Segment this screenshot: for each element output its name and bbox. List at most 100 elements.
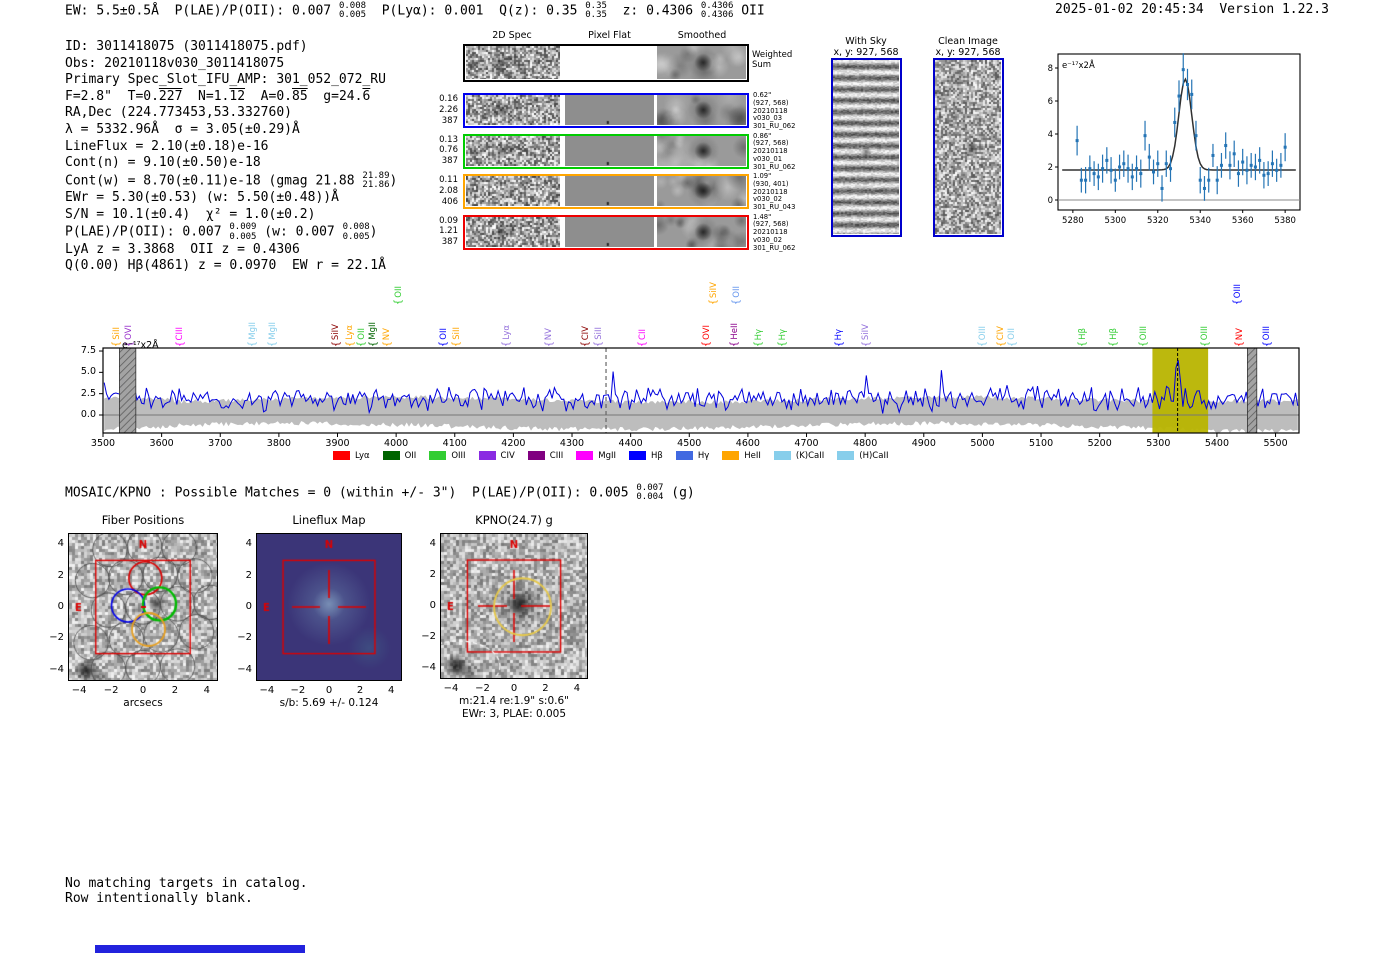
info-contw-line: Cont(w) = 8.70(±0.11)e-18 (gmag 21.88 21… (65, 170, 398, 190)
cutout-ytick: −2 (421, 631, 436, 643)
emission-line-brace: { (777, 340, 789, 348)
data-point (1126, 167, 1130, 171)
withsky-title: With Sky (845, 36, 887, 47)
data-point (1105, 158, 1109, 162)
elixer-report-page: EW: 5.5±0.5Å P(LAE)/P(OII): 0.007 0.008 0… (0, 0, 1400, 953)
legend-item: (K)CaII (773, 450, 825, 461)
spec2d-image (466, 216, 560, 247)
emission-line-label: SiIV{ (707, 282, 722, 306)
legend-label: (K)CaII (795, 450, 825, 461)
fiber-positions-panel (68, 533, 218, 681)
info-sn-line: S/N = 10.1(±0.4) χ² = 1.0(±0.2) (65, 206, 316, 222)
error-band (104, 395, 1298, 434)
spectrum-xtick-label: 5200 (1087, 438, 1112, 449)
lineflux-map-title: Lineflux Map (292, 513, 366, 527)
legend-label: HeII (744, 450, 761, 461)
data-point (1228, 163, 1232, 167)
fitplot-ytick: 8 (1048, 64, 1053, 74)
clean-title: Clean Image (938, 36, 998, 47)
emission-line-name: Hβ (1077, 328, 1088, 340)
emission-line-label: SiIV{ (329, 324, 344, 348)
emission-line-name: OII (438, 328, 449, 340)
emission-line-name: Hγ (834, 328, 845, 340)
legend-item: MgII (576, 451, 616, 461)
info-id-line: ID: 3011418075 (3011418075.pdf) (65, 39, 308, 54)
plae-label: P(LAE)/P(OII): (174, 3, 285, 19)
spectrum-ytick-label: 2.5 (80, 387, 96, 399)
data-point (1249, 163, 1253, 167)
lineflux-map-image (257, 534, 401, 680)
legend-swatch (722, 451, 740, 460)
fitplot-xtick: 5300 (1104, 216, 1126, 226)
pixelflat-image (565, 135, 654, 166)
spectrum-units-annotation: e⁻¹⁷x2Å (122, 340, 159, 351)
legend-item: Lyα (333, 451, 370, 461)
emission-line-name: HeII (729, 323, 740, 340)
fiber-positions-image (69, 534, 217, 680)
cutout-ytick: 2 (245, 569, 252, 581)
emission-line-label: MgII{ (246, 322, 261, 348)
data-point (1275, 168, 1279, 172)
emission-line-name: OII (356, 328, 367, 340)
data-point (1190, 92, 1194, 96)
data-point (1202, 186, 1206, 190)
data-point (1224, 144, 1228, 148)
emission-line-brace: { (701, 340, 713, 348)
species-legend: Lyα OII OIII CIV CIII MgII Hβ Hγ HeII (K)CaII (H)C… (333, 445, 901, 464)
ew-value: 5.5±0.5Å (96, 3, 159, 19)
data-point (1139, 172, 1143, 176)
spectrum-ytick-label: 7.5 (80, 345, 96, 357)
cutout-ytick: 4 (245, 538, 252, 550)
data-point (1152, 170, 1156, 174)
fiber-meta-labels: 0.86" (927, 568) 20210118 v030_01 301_RU_062 (753, 131, 796, 171)
emission-line-brace: { (330, 340, 342, 348)
data-point (1232, 152, 1236, 156)
emission-line-name: OVI (124, 325, 135, 340)
legend-swatch (478, 451, 496, 460)
legend-item: OII (382, 451, 416, 461)
plae-hilo-2: 0.008 0.005 (342, 222, 370, 242)
emission-line-name: OVI (701, 325, 712, 340)
legend-label: Hγ (697, 450, 710, 461)
cutout-xtick: −4 (71, 685, 87, 696)
spectrum-xtick-label: 3700 (208, 438, 233, 449)
cutout-xtick: 2 (542, 683, 549, 694)
fitplot-units-annotation: e⁻¹⁷x2Å (1062, 59, 1095, 71)
emission-line-name: SiII (451, 327, 462, 340)
qz-hilo: 0.35 0.35 (585, 1, 607, 21)
emission-line-brace: { (438, 340, 450, 348)
legend-swatch (773, 451, 791, 460)
emission-line-label: OVI{ (700, 325, 715, 348)
emission-line-name: CIII (175, 326, 186, 340)
spec2d-row (463, 174, 749, 209)
header-summary-line: EW: 5.5±0.5Å P(LAE)/P(OII): 0.007 0.008 0… (65, 1, 765, 21)
fitplot-xtick: 5340 (1189, 216, 1211, 226)
emission-line-label: OIII{ (1137, 326, 1152, 348)
data-point (1084, 178, 1088, 182)
footer-note-2: Row intentionally blank. (65, 891, 253, 906)
cutout-ytick: 2 (429, 568, 436, 580)
clean-coords: x, y: 927, 568 (935, 47, 1001, 58)
smoothed-image (657, 216, 746, 247)
emission-line-label: Hβ{ (1076, 328, 1091, 348)
legend-label: Lyα (355, 450, 370, 461)
emission-line-name: SiIV (861, 323, 872, 340)
full-spectrum-plot: SiII{OVI{CIII{MgII{MgII{SiIV{Lyα{OII{MgI… (60, 270, 1350, 480)
spec2d-row (463, 93, 749, 128)
info-radec-line: RA,Dec (224.773453,53.332760) (65, 105, 292, 121)
cutout-xtick: 4 (203, 685, 211, 696)
emission-line-name: CII (638, 329, 649, 340)
emission-line-name: NV (382, 327, 393, 340)
emission-line-brace: { (860, 340, 872, 348)
data-point (1079, 178, 1083, 182)
emission-line-name: Hγ (777, 328, 788, 340)
withsky-title-block: With Sky x, y: 927, 568 (826, 36, 906, 58)
cutout-ytick: 0 (245, 601, 252, 612)
kpno-caption1: m:21.4 re:1.9" s:0.6" (459, 695, 569, 707)
kpno-panel (440, 533, 588, 679)
mosaic-match-line: MOSAIC/KPNO : Possible Matches = 0 (with… (65, 483, 695, 503)
legend-item: OIII (429, 451, 466, 461)
legend-swatch (527, 451, 545, 460)
data-point (1185, 83, 1189, 86)
emission-line-brace: { (381, 340, 393, 348)
